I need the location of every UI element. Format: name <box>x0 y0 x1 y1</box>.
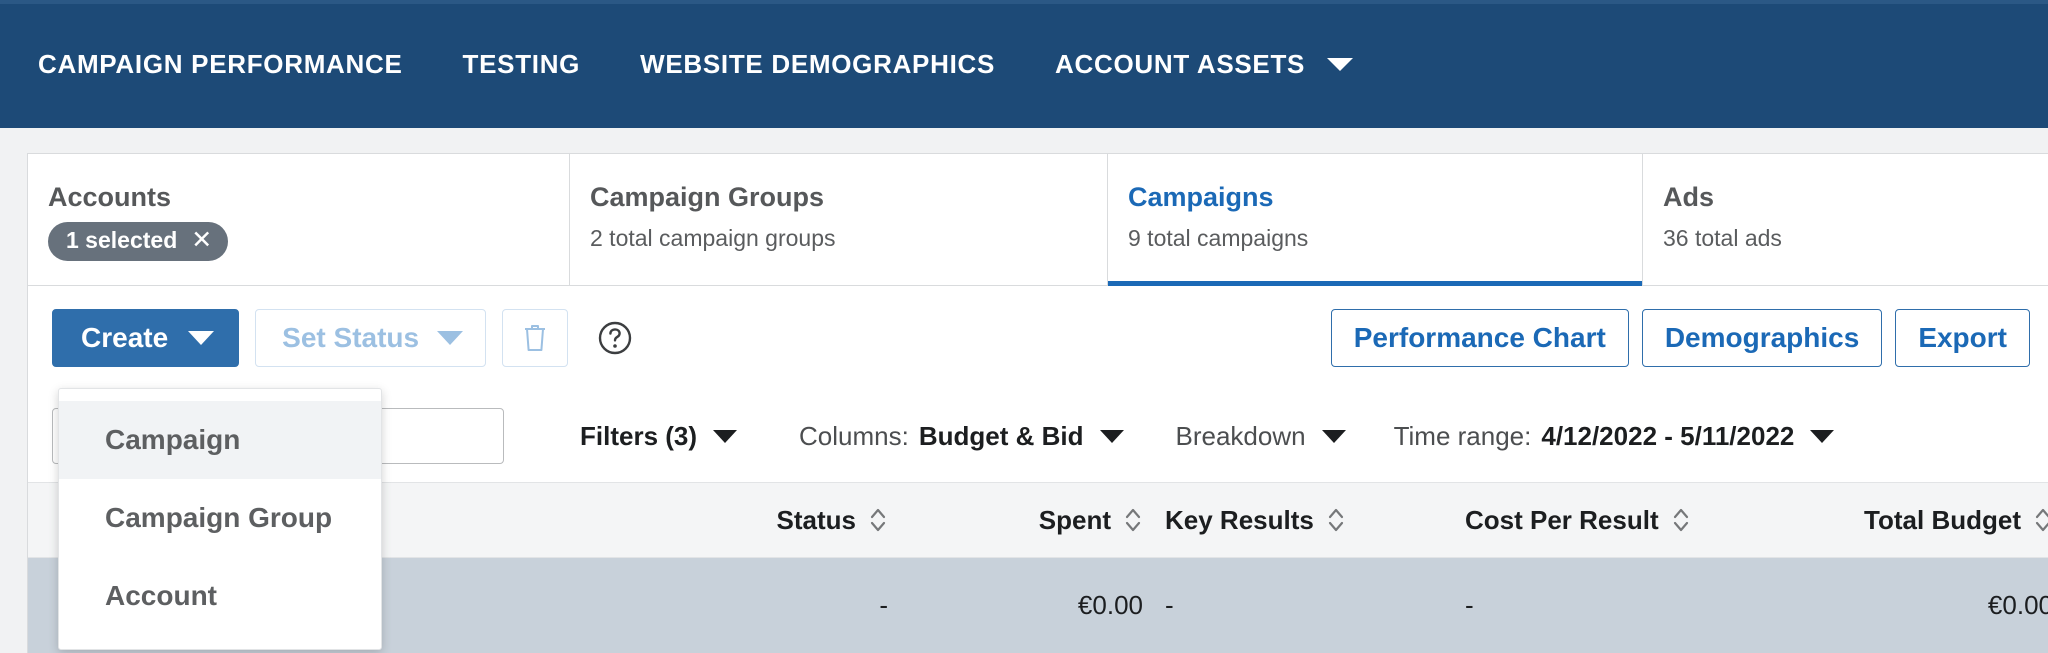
create-menu-item-account[interactable]: Account <box>59 557 381 635</box>
cell-cost-per-result: - <box>1465 590 1474 620</box>
create-menu-item-label: Account <box>105 580 217 611</box>
create-button-label: Create <box>81 322 169 353</box>
columns-dropdown[interactable]: Columns: Budget & Bid <box>799 420 1124 452</box>
column-header-total-budget[interactable]: Total Budget <box>1733 505 2048 536</box>
cell-key-results: - <box>1165 590 1174 620</box>
export-button[interactable]: Export <box>1895 309 2030 367</box>
sort-icon <box>1328 508 1343 532</box>
demographics-button-label: Demographics <box>1664 322 1860 353</box>
tab-accounts-title: Accounts <box>48 182 172 212</box>
tab-campaign-groups-title: Campaign Groups <box>590 182 825 212</box>
create-dropdown-menu: Campaign Campaign Group Account <box>58 388 382 650</box>
column-header-total-budget-label: Total Budget <box>1864 504 2021 535</box>
column-header-cost-per-result-label: Cost Per Result <box>1465 504 1659 535</box>
nav-item-account-assets[interactable]: ACCOUNT ASSETS <box>1055 48 1354 80</box>
entity-tab-strip: Accounts 1 selected ✕ Campaign Groups 2 … <box>27 153 2048 286</box>
breakdown-dropdown-label: Breakdown <box>1175 420 1306 451</box>
help-circle-icon <box>598 321 632 355</box>
create-button[interactable]: Create <box>52 309 240 367</box>
column-header-key-results[interactable]: Key Results <box>1143 505 1443 536</box>
nav-item-testing[interactable]: TESTING <box>463 49 581 80</box>
create-menu-item-campaign-group[interactable]: Campaign Group <box>59 479 381 557</box>
nav-item-label: ACCOUNT ASSETS <box>1055 48 1306 79</box>
cell-status: - <box>879 590 888 620</box>
export-button-label: Export <box>1918 322 2007 353</box>
filters-dropdown-label: Filters (3) <box>580 420 698 451</box>
columns-dropdown-value: Budget & Bid <box>918 420 1084 451</box>
sort-icon <box>2035 508 2048 532</box>
create-menu-item-campaign[interactable]: Campaign <box>59 401 381 479</box>
top-navigation-bar: CAMPAIGN PERFORMANCE TESTING WEBSITE DEM… <box>0 0 2048 128</box>
report-actions: Performance Chart Demographics Export <box>1318 309 2030 367</box>
chevron-down-icon <box>188 331 215 345</box>
tab-ads-subtitle: 36 total ads <box>1663 225 1782 251</box>
sort-icon <box>1673 508 1688 532</box>
performance-chart-button[interactable]: Performance Chart <box>1330 309 1629 367</box>
column-header-cost-per-result[interactable]: Cost Per Result <box>1443 505 1733 536</box>
sort-icon <box>1125 508 1141 532</box>
accounts-selected-chip-label: 1 selected <box>66 227 178 253</box>
tab-campaign-groups[interactable]: Campaign Groups 2 total campaign groups <box>570 154 1108 285</box>
nav-item-label: TESTING <box>462 48 581 79</box>
chevron-down-icon <box>1327 57 1354 71</box>
chevron-down-icon <box>1321 429 1346 443</box>
time-range-label: Time range: <box>1393 420 1532 451</box>
sort-icon <box>870 508 886 532</box>
set-status-button-label: Set Status <box>282 322 420 353</box>
accounts-selected-chip[interactable]: 1 selected ✕ <box>48 222 229 261</box>
tab-campaign-groups-subtitle: 2 total campaign groups <box>590 225 836 251</box>
create-menu-item-label: Campaign Group <box>105 502 333 533</box>
nav-item-label: CAMPAIGN PERFORMANCE <box>38 48 403 79</box>
demographics-button[interactable]: Demographics <box>1641 309 1883 367</box>
time-range-dropdown[interactable]: Time range: 4/12/2022 - 5/11/2022 <box>1394 421 1835 452</box>
tab-campaigns[interactable]: Campaigns 9 total campaigns <box>1108 154 1643 286</box>
columns-dropdown-label: Columns: <box>799 420 909 451</box>
trash-icon <box>525 325 546 351</box>
action-toolbar: Create Set Status Performance Chart Demo… <box>28 286 2048 390</box>
nav-item-campaign-performance[interactable]: CAMPAIGN PERFORMANCE <box>38 49 403 80</box>
cell-total-budget: €0.00 <box>1987 590 2048 620</box>
chevron-down-icon <box>437 331 464 345</box>
performance-chart-button-label: Performance Chart <box>1353 322 1606 353</box>
chevron-down-icon <box>1099 429 1124 443</box>
nav-item-label: WEBSITE DEMOGRAPHICS <box>640 48 996 79</box>
chevron-down-icon <box>713 429 738 443</box>
column-header-spent[interactable]: Spent <box>888 505 1143 536</box>
column-header-key-results-label: Key Results <box>1165 504 1314 535</box>
close-icon[interactable]: ✕ <box>191 228 212 253</box>
tab-campaigns-title: Campaigns <box>1128 182 1274 212</box>
create-menu-item-label: Campaign <box>105 424 241 455</box>
time-range-value: 4/12/2022 - 5/11/2022 <box>1541 420 1795 451</box>
delete-button[interactable] <box>502 309 569 367</box>
filters-dropdown[interactable]: Filters (3) <box>580 420 738 452</box>
help-button[interactable] <box>596 319 634 357</box>
column-header-status[interactable]: Status <box>628 505 888 536</box>
tab-ads[interactable]: Ads 36 total ads <box>1643 154 2048 285</box>
nav-item-website-demographics[interactable]: WEBSITE DEMOGRAPHICS <box>640 49 995 80</box>
chevron-down-icon <box>1810 429 1835 443</box>
column-header-status-label: Status <box>776 504 856 535</box>
column-header-spent-label: Spent <box>1038 504 1111 535</box>
tab-ads-title: Ads <box>1663 182 1715 212</box>
breakdown-dropdown[interactable]: Breakdown <box>1176 421 1346 452</box>
set-status-button[interactable]: Set Status <box>255 309 487 367</box>
tab-accounts[interactable]: Accounts 1 selected ✕ <box>28 154 570 285</box>
tab-campaigns-subtitle: 9 total campaigns <box>1128 225 1309 251</box>
cell-spent: €0.00 <box>1077 590 1143 620</box>
